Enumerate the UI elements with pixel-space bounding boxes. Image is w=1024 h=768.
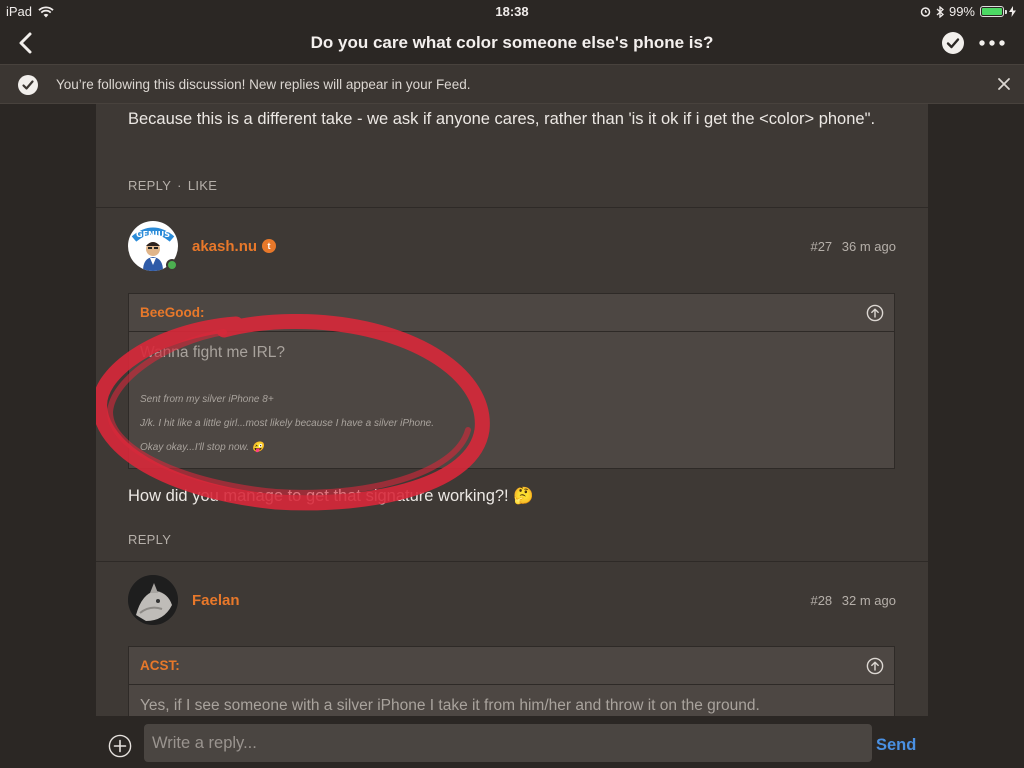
author-name[interactable]: Faelan bbox=[192, 592, 240, 609]
clock: 18:38 bbox=[495, 4, 529, 19]
more-icon[interactable] bbox=[978, 34, 1006, 52]
checkmark-circle-icon[interactable] bbox=[942, 32, 964, 54]
status-bar: iPad 18:38 99% bbox=[0, 0, 1024, 22]
action-separator: · bbox=[177, 178, 182, 193]
post-meta: #28 32 m ago bbox=[810, 593, 896, 608]
following-banner: You’re following this discussion! New re… bbox=[0, 64, 1024, 104]
post-divider bbox=[96, 207, 928, 208]
battery-icon bbox=[980, 6, 1007, 17]
post-body: Because this is a different take - we as… bbox=[128, 110, 876, 128]
quote-block: ACST: Yes, if I see someone with a silve… bbox=[128, 646, 895, 716]
author-name[interactable]: akash.nu bbox=[192, 238, 257, 255]
avatar[interactable] bbox=[128, 575, 178, 625]
post-number[interactable]: #28 bbox=[810, 593, 832, 608]
arrow-up-circle-icon[interactable] bbox=[866, 657, 884, 675]
reply-input[interactable] bbox=[144, 724, 872, 762]
arrow-up-circle-icon[interactable] bbox=[866, 304, 884, 322]
alarm-icon bbox=[920, 7, 931, 17]
discussion-thread: Because this is a different take - we as… bbox=[96, 104, 928, 716]
right-gutter bbox=[928, 716, 1024, 768]
online-indicator bbox=[166, 259, 178, 271]
annotation-circle bbox=[96, 314, 490, 511]
quote-text: Yes, if I see someone with a silver iPho… bbox=[140, 697, 760, 714]
quote-author[interactable]: ACST: bbox=[140, 658, 180, 673]
reply-button[interactable]: REPLY bbox=[128, 532, 171, 547]
avatar-wolf-image bbox=[128, 575, 178, 625]
post-number[interactable]: #27 bbox=[810, 239, 832, 254]
rank-badge: t bbox=[262, 239, 276, 253]
close-icon[interactable] bbox=[996, 76, 1012, 92]
post-meta: #27 36 m ago bbox=[810, 239, 896, 254]
post-divider bbox=[96, 561, 928, 562]
checkmark-circle-icon bbox=[18, 75, 38, 95]
back-chevron-icon[interactable] bbox=[14, 30, 40, 56]
nav-bar: Do you care what color someone else's ph… bbox=[0, 22, 1024, 64]
like-button[interactable]: LIKE bbox=[188, 178, 217, 193]
battery-percent: 99% bbox=[948, 4, 975, 19]
bluetooth-icon bbox=[936, 5, 944, 18]
post-actions: REPLY bbox=[128, 532, 171, 547]
quote-header: ACST: bbox=[129, 647, 894, 685]
charging-icon bbox=[1009, 6, 1016, 17]
page-title: Do you care what color someone else's ph… bbox=[310, 33, 714, 52]
reply-button[interactable]: REPLY bbox=[128, 178, 171, 193]
reply-bar: Send bbox=[96, 716, 928, 768]
banner-text: You’re following this discussion! New re… bbox=[56, 77, 471, 92]
plus-circle-icon[interactable] bbox=[108, 734, 132, 758]
svg-text:GENIUS: GENIUS bbox=[136, 230, 170, 239]
send-button[interactable]: Send bbox=[876, 736, 916, 755]
post-actions: REPLY · LIKE bbox=[128, 178, 217, 193]
post-time: 36 m ago bbox=[841, 239, 896, 254]
post-time: 32 m ago bbox=[841, 593, 896, 608]
